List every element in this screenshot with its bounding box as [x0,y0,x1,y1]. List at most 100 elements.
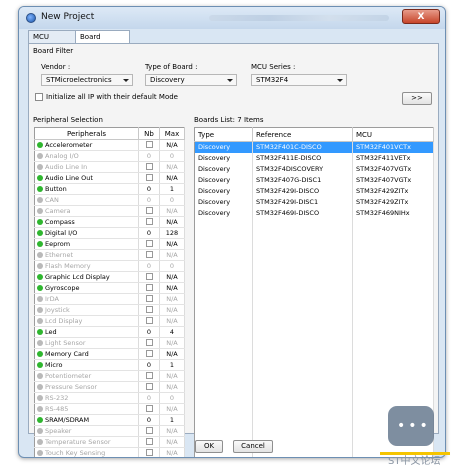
peripheral-row[interactable]: IrDA N/A [34,293,185,305]
title-bar[interactable]: New Project X [19,7,445,29]
nb-checkbox[interactable] [145,404,153,412]
nb-cell[interactable] [138,447,160,457]
board-row[interactable]: Discovery STM32F469I-DISCO STM32F469NIHx [194,208,434,219]
peripheral-row[interactable]: Audio Line In N/A [34,161,185,173]
nb-cell[interactable]: 0 [138,326,160,338]
nb-checkbox[interactable] [145,239,153,247]
peripheral-row[interactable]: Temperature Sensor N/A [34,436,185,448]
nb-value[interactable]: 0 [147,361,151,369]
peripheral-row[interactable]: Compass N/A [34,216,185,228]
nb-cell[interactable] [138,216,160,228]
column-header-type[interactable]: Type [194,127,253,142]
nb-cell[interactable] [138,370,160,382]
nb-checkbox[interactable] [145,162,153,170]
peripheral-row[interactable]: Pressure Sensor N/A [34,381,185,393]
nb-checkbox[interactable] [145,426,153,434]
nb-cell[interactable] [138,238,160,250]
nb-cell[interactable] [138,315,160,327]
nb-cell[interactable] [138,282,160,294]
nb-value[interactable]: 0 [147,328,151,336]
nb-cell[interactable]: 0 [138,392,160,404]
vendor-select[interactable]: STMicroelectronics [41,74,133,86]
peripheral-row[interactable]: Micro 0 1 [34,359,185,371]
nb-checkbox[interactable] [145,283,153,291]
board-row[interactable]: Discovery STM32F429I-DISC1 STM32F429ZITx [194,197,434,208]
nb-value[interactable]: 0 [147,152,151,160]
nb-cell[interactable] [138,348,160,360]
nb-value[interactable]: 0 [147,394,151,402]
nb-checkbox[interactable] [145,173,153,181]
board-row[interactable]: Discovery STM32F4DISCOVERY STM32F407VGTx [194,164,434,175]
nb-checkbox[interactable] [145,382,153,390]
peripheral-row[interactable]: Analog I/O 0 0 [34,150,185,162]
ok-button[interactable]: OK [195,440,223,453]
nb-cell[interactable] [138,205,160,217]
peripheral-row[interactable]: Potentiometer N/A [34,370,185,382]
nb-cell[interactable] [138,381,160,393]
nb-cell[interactable] [138,271,160,283]
mcu-series-select[interactable]: STM32F4 [251,74,347,86]
nb-cell[interactable] [138,425,160,437]
nb-cell[interactable] [138,436,160,448]
peripheral-row[interactable]: Button 0 1 [34,183,185,195]
nb-cell[interactable] [138,172,160,184]
nb-checkbox[interactable] [145,349,153,357]
nb-cell[interactable]: 0 [138,414,160,426]
nb-cell[interactable] [138,337,160,349]
nb-checkbox[interactable] [145,250,153,258]
nb-cell[interactable] [138,403,160,415]
nb-value[interactable]: 0 [147,196,151,204]
peripheral-row[interactable]: SRAM/SDRAM 0 1 [34,414,185,426]
nb-cell[interactable]: 0 [138,359,160,371]
peripheral-row[interactable]: Light Sensor N/A [34,337,185,349]
peripheral-row[interactable]: Audio Line Out N/A [34,172,185,184]
nb-cell[interactable]: 0 [138,194,160,206]
nb-cell[interactable] [138,249,160,261]
peripheral-row[interactable]: RS-485 N/A [34,403,185,415]
board-row[interactable]: Discovery STM32F401C-DISCO STM32F401VCTx [194,141,434,153]
peripheral-row[interactable]: Speaker N/A [34,425,185,437]
column-header-reference[interactable]: Reference [252,127,353,142]
peripheral-row[interactable]: Joystick N/A [34,304,185,316]
close-button[interactable]: X [402,9,440,24]
nb-cell[interactable]: 0 [138,260,160,272]
peripheral-row[interactable]: Eeprom N/A [34,238,185,250]
column-header-mcu[interactable]: MCU [352,127,434,142]
nb-checkbox[interactable] [145,140,153,148]
peripheral-row[interactable]: Camera N/A [34,205,185,217]
nb-value[interactable]: 0 [147,416,151,424]
peripheral-row[interactable]: Flash Memory 0 0 [34,260,185,272]
nb-checkbox[interactable] [145,305,153,313]
nb-cell[interactable] [138,161,160,173]
peripheral-row[interactable]: Lcd Display N/A [34,315,185,327]
board-row[interactable]: Discovery STM32F429I-DISCO STM32F429ZITx [194,186,434,197]
nb-checkbox[interactable] [145,437,153,445]
peripheral-row[interactable]: Ethernet N/A [34,249,185,261]
nb-cell[interactable] [138,293,160,305]
peripheral-row[interactable]: CAN 0 0 [34,194,185,206]
nb-cell[interactable] [138,304,160,316]
nb-checkbox[interactable] [145,371,153,379]
nb-value[interactable]: 0 [147,262,151,270]
nb-checkbox[interactable] [145,217,153,225]
tab-board-selector[interactable]: Board Selector [75,30,130,53]
nb-cell[interactable] [138,139,160,151]
peripheral-row[interactable]: RS-232 0 0 [34,392,185,404]
column-header-max[interactable]: Max [159,127,185,140]
nb-checkbox[interactable] [145,316,153,324]
peripheral-row[interactable]: Graphic Lcd Display N/A [34,271,185,283]
column-header-peripherals[interactable]: Peripherals [34,127,139,140]
nb-value[interactable]: 0 [147,229,151,237]
tab-mcu-selector[interactable]: MCU Selector [28,30,76,53]
nb-value[interactable]: 0 [147,185,151,193]
nb-checkbox[interactable] [145,206,153,214]
nb-checkbox[interactable] [145,272,153,280]
peripheral-row[interactable]: Led 0 4 [34,326,185,338]
peripheral-row[interactable]: Digital I/O 0 128 [34,227,185,239]
peripheral-row[interactable]: Memory Card N/A [34,348,185,360]
board-type-select[interactable]: Discovery [145,74,237,86]
board-row[interactable]: Discovery STM32F407G-DISC1 STM32F407VGTx [194,175,434,186]
peripheral-row[interactable]: Gyroscope N/A [34,282,185,294]
nb-cell[interactable]: 0 [138,227,160,239]
expand-button[interactable]: >> [402,92,432,105]
